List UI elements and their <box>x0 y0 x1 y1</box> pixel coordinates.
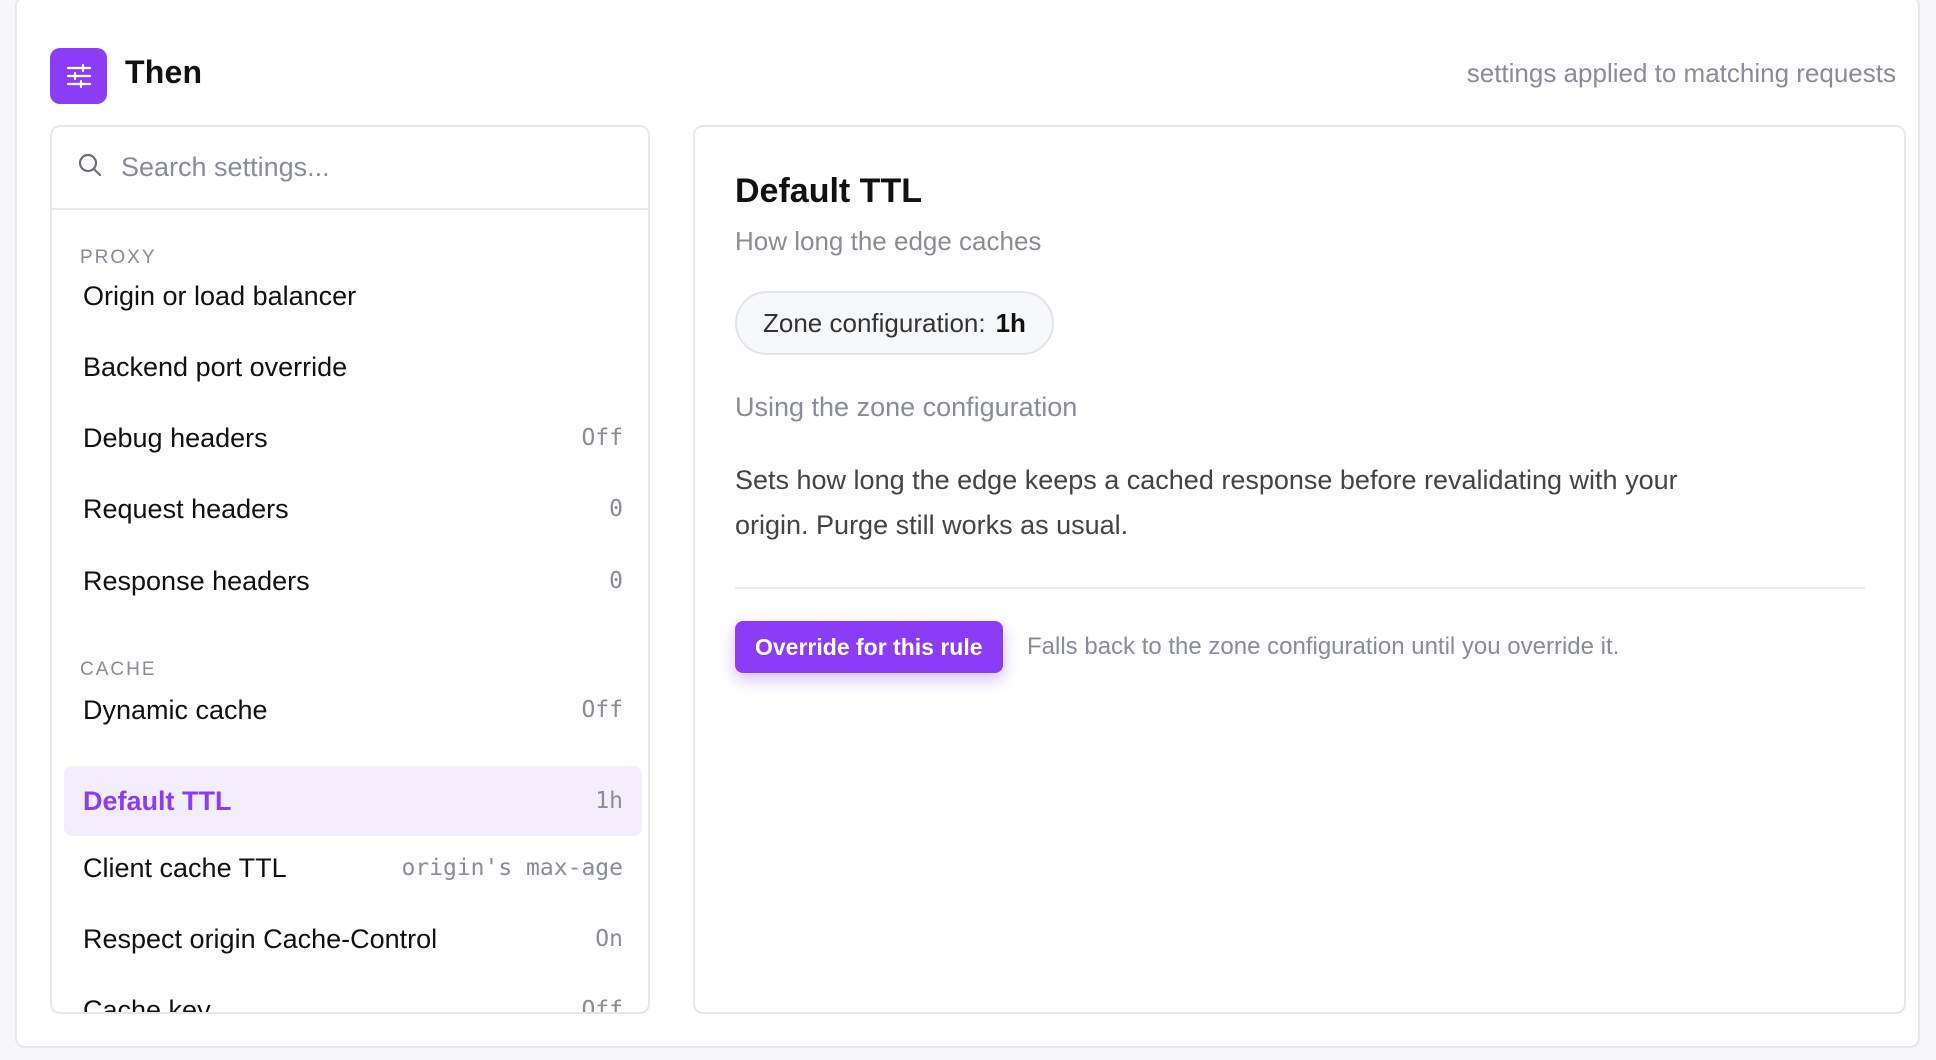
sidebar-item-label: Dynamic cache <box>83 694 268 725</box>
sidebar-item-label: Response headers <box>83 565 310 596</box>
sidebar-item-respect-origin-cache-control[interactable]: Respect origin Cache-Control On <box>64 904 642 974</box>
sidebar-item-value: 0 <box>609 568 623 594</box>
setting-status: Using the zone configuration <box>735 392 1078 422</box>
sidebar-item-backend-port-override[interactable]: Backend port override <box>64 332 642 402</box>
sidebar-item-value: On <box>595 926 623 952</box>
search-icon <box>77 152 103 183</box>
setting-description: How long the edge caches <box>735 226 1042 256</box>
sidebar-item-default-ttl[interactable]: Default TTL 1h <box>64 766 642 836</box>
sidebar-item-request-headers[interactable]: Request headers 0 <box>64 474 642 544</box>
setting-explanation: Sets how long the edge keeps a cached re… <box>735 465 1678 540</box>
sidebar-item-cache-key[interactable]: Cache key Off <box>64 975 642 1014</box>
zone-configuration-label: Zone configuration: <box>763 307 986 338</box>
sidebar-item-client-cache-ttl[interactable]: Client cache TTL origin's max-age <box>64 833 642 903</box>
setting-detail-panel: Default TTL How long the edge caches Zon… <box>693 125 1906 1014</box>
sidebar-item-label: Debug headers <box>83 422 268 453</box>
sidebar-item-label: Request headers <box>83 493 289 524</box>
setting-title: Default TTL <box>735 172 922 210</box>
sliders-icon <box>50 48 107 104</box>
sidebar-item-label: Backend port override <box>83 351 348 382</box>
section-title: Then <box>125 54 203 90</box>
sidebar-item-label: Origin or load balancer <box>83 280 357 311</box>
sidebar-item-response-headers[interactable]: Response headers 0 <box>64 546 642 616</box>
divider <box>735 587 1865 589</box>
sidebar-item-label: Respect origin Cache-Control <box>83 923 438 954</box>
sidebar-item-value: Off <box>581 425 623 451</box>
section-subtitle: settings applied to matching requests <box>1466 58 1896 88</box>
sidebar-item-label: Client cache TTL <box>83 852 287 883</box>
search-bar <box>52 127 648 210</box>
sidebar-item-value: origin's max-age <box>401 855 623 881</box>
fallback-note: Falls back to the zone configuration unt… <box>1027 633 1620 660</box>
search-input[interactable] <box>121 152 621 183</box>
sidebar-item-origin-or-load-balancer[interactable]: Origin or load balancer <box>64 261 642 331</box>
zone-configuration-value: 1h <box>995 307 1026 338</box>
zone-configuration-badge: Zone configuration: 1h <box>735 291 1054 355</box>
override-button[interactable]: Override for this rule <box>735 621 1003 673</box>
sidebar-item-label: Default TTL <box>83 785 232 816</box>
sidebar-item-value: 1h <box>595 788 623 814</box>
sidebar-item-label: Cache key <box>83 994 211 1014</box>
settings-sidebar: PROXY Origin or load balancer Backend po… <box>50 125 650 1014</box>
sidebar-item-value: Off <box>581 997 623 1014</box>
sidebar-item-dynamic-cache[interactable]: Dynamic cache Off <box>64 675 642 745</box>
rule-settings-card: Then settings applied to matching reques… <box>15 0 1920 1048</box>
sidebar-item-value: Off <box>581 697 623 723</box>
sidebar-item-value: 0 <box>609 496 623 522</box>
sidebar-item-debug-headers[interactable]: Debug headers Off <box>64 403 642 473</box>
